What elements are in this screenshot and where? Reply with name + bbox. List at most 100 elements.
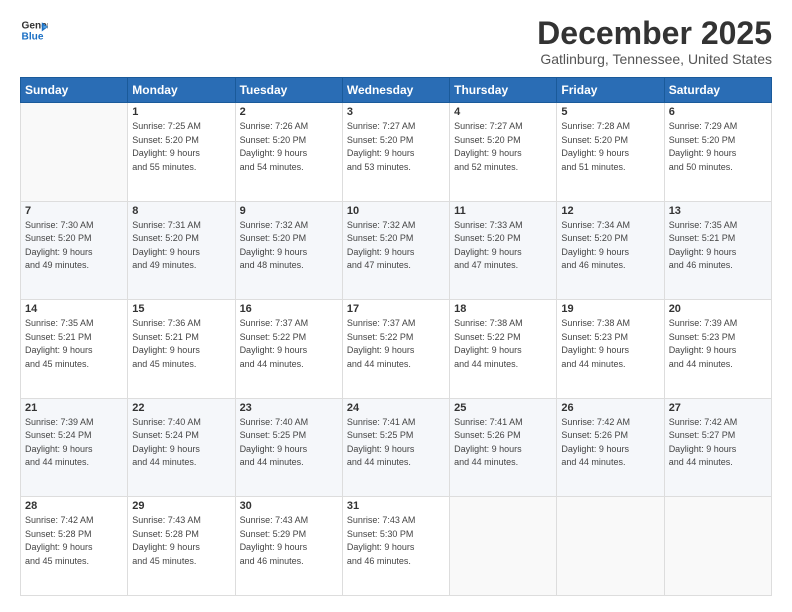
calendar-cell [21,103,128,202]
calendar-cell: 1 Sunrise: 7:25 AM Sunset: 5:20 PM Daylig… [128,103,235,202]
day-info: Sunrise: 7:42 AM Sunset: 5:28 PM Dayligh… [25,514,123,568]
day-number: 9 [240,205,338,217]
calendar-cell: 10 Sunrise: 7:32 AM Sunset: 5:20 PM Dayli… [342,201,449,300]
calendar-cell: 20 Sunrise: 7:39 AM Sunset: 5:23 PM Dayli… [664,300,771,399]
calendar-cell: 31Sunrise: 7:43 AM Sunset: 5:30 PM Dayli… [342,497,449,596]
day-info: Sunrise: 7:37 AM Sunset: 5:22 PM Dayligh… [240,317,338,371]
day-info: Sunrise: 7:38 AM Sunset: 5:23 PM Dayligh… [561,317,659,371]
day-info: Sunrise: 7:32 AM Sunset: 5:20 PM Dayligh… [347,219,445,273]
day-number: 7 [25,205,123,217]
day-number: 5 [561,106,659,118]
day-info: Sunrise: 7:33 AM Sunset: 5:20 PM Dayligh… [454,219,552,273]
day-info: Sunrise: 7:27 AM Sunset: 5:20 PM Dayligh… [347,120,445,174]
calendar-cell: 27Sunrise: 7:42 AM Sunset: 5:27 PM Dayli… [664,398,771,497]
day-number: 8 [132,205,230,217]
day-number: 20 [669,303,767,315]
day-number: 14 [25,303,123,315]
day-info: Sunrise: 7:42 AM Sunset: 5:27 PM Dayligh… [669,416,767,470]
calendar-cell: 6 Sunrise: 7:29 AM Sunset: 5:20 PM Daylig… [664,103,771,202]
calendar-cell: 16 Sunrise: 7:37 AM Sunset: 5:22 PM Dayli… [235,300,342,399]
calendar-cell: 5 Sunrise: 7:28 AM Sunset: 5:20 PM Daylig… [557,103,664,202]
day-number: 3 [347,106,445,118]
day-number: 25 [454,402,552,414]
calendar-cell [450,497,557,596]
day-number: 18 [454,303,552,315]
day-number: 28 [25,500,123,512]
day-number: 17 [347,303,445,315]
day-info: Sunrise: 7:25 AM Sunset: 5:20 PM Dayligh… [132,120,230,174]
day-number: 13 [669,205,767,217]
calendar-cell: 13Sunrise: 7:35 AM Sunset: 5:21 PM Dayli… [664,201,771,300]
day-info: Sunrise: 7:35 AM Sunset: 5:21 PM Dayligh… [25,317,123,371]
day-info: Sunrise: 7:36 AM Sunset: 5:21 PM Dayligh… [132,317,230,371]
calendar-cell: 7 Sunrise: 7:30 AM Sunset: 5:20 PM Daylig… [21,201,128,300]
calendar-cell: 11Sunrise: 7:33 AM Sunset: 5:20 PM Dayli… [450,201,557,300]
calendar-cell: 30 Sunrise: 7:43 AM Sunset: 5:29 PM Dayli… [235,497,342,596]
calendar-cell: 19 Sunrise: 7:38 AM Sunset: 5:23 PM Dayli… [557,300,664,399]
calendar-cell: 12Sunrise: 7:34 AM Sunset: 5:20 PM Dayli… [557,201,664,300]
day-number: 22 [132,402,230,414]
logo-icon: General Blue [20,16,48,44]
day-info: Sunrise: 7:30 AM Sunset: 5:20 PM Dayligh… [25,219,123,273]
day-info: Sunrise: 7:43 AM Sunset: 5:29 PM Dayligh… [240,514,338,568]
weekday-header-friday: Friday [557,78,664,103]
main-title: December 2025 [537,16,772,51]
calendar-cell: 28 Sunrise: 7:42 AM Sunset: 5:28 PM Dayli… [21,497,128,596]
day-info: Sunrise: 7:38 AM Sunset: 5:22 PM Dayligh… [454,317,552,371]
day-info: Sunrise: 7:39 AM Sunset: 5:24 PM Dayligh… [25,416,123,470]
day-info: Sunrise: 7:43 AM Sunset: 5:28 PM Dayligh… [132,514,230,568]
day-number: 26 [561,402,659,414]
logo: General Blue [20,16,48,44]
day-number: 2 [240,106,338,118]
day-info: Sunrise: 7:40 AM Sunset: 5:25 PM Dayligh… [240,416,338,470]
calendar-cell: 14 Sunrise: 7:35 AM Sunset: 5:21 PM Dayli… [21,300,128,399]
day-number: 19 [561,303,659,315]
calendar-cell: 3 Sunrise: 7:27 AM Sunset: 5:20 PM Daylig… [342,103,449,202]
calendar-cell: 15 Sunrise: 7:36 AM Sunset: 5:21 PM Dayli… [128,300,235,399]
day-number: 21 [25,402,123,414]
day-number: 12 [561,205,659,217]
day-info: Sunrise: 7:29 AM Sunset: 5:20 PM Dayligh… [669,120,767,174]
page: General Blue December 2025 Gatlinburg, T… [0,0,792,612]
day-number: 23 [240,402,338,414]
calendar-cell: 2 Sunrise: 7:26 AM Sunset: 5:20 PM Daylig… [235,103,342,202]
weekday-header-sunday: Sunday [21,78,128,103]
day-info: Sunrise: 7:37 AM Sunset: 5:22 PM Dayligh… [347,317,445,371]
weekday-header-thursday: Thursday [450,78,557,103]
calendar-cell: 26 Sunrise: 7:42 AM Sunset: 5:26 PM Dayli… [557,398,664,497]
calendar-cell: 23 Sunrise: 7:40 AM Sunset: 5:25 PM Dayli… [235,398,342,497]
calendar-cell: 24 Sunrise: 7:41 AM Sunset: 5:25 PM Dayli… [342,398,449,497]
week-row-1: 1 Sunrise: 7:25 AM Sunset: 5:20 PM Daylig… [21,103,772,202]
calendar-cell: 22 Sunrise: 7:40 AM Sunset: 5:24 PM Dayli… [128,398,235,497]
week-row-2: 7 Sunrise: 7:30 AM Sunset: 5:20 PM Daylig… [21,201,772,300]
week-row-4: 21 Sunrise: 7:39 AM Sunset: 5:24 PM Dayli… [21,398,772,497]
weekday-header-tuesday: Tuesday [235,78,342,103]
day-info: Sunrise: 7:43 AM Sunset: 5:30 PM Dayligh… [347,514,445,568]
week-row-3: 14 Sunrise: 7:35 AM Sunset: 5:21 PM Dayli… [21,300,772,399]
week-row-5: 28 Sunrise: 7:42 AM Sunset: 5:28 PM Dayli… [21,497,772,596]
subtitle: Gatlinburg, Tennessee, United States [537,51,772,67]
day-info: Sunrise: 7:26 AM Sunset: 5:20 PM Dayligh… [240,120,338,174]
day-info: Sunrise: 7:41 AM Sunset: 5:26 PM Dayligh… [454,416,552,470]
header: General Blue December 2025 Gatlinburg, T… [20,16,772,67]
calendar-cell [557,497,664,596]
day-number: 10 [347,205,445,217]
svg-text:Blue: Blue [22,31,44,42]
day-number: 24 [347,402,445,414]
day-number: 15 [132,303,230,315]
day-info: Sunrise: 7:40 AM Sunset: 5:24 PM Dayligh… [132,416,230,470]
calendar-cell [664,497,771,596]
weekday-header-monday: Monday [128,78,235,103]
day-number: 30 [240,500,338,512]
day-info: Sunrise: 7:42 AM Sunset: 5:26 PM Dayligh… [561,416,659,470]
calendar-cell: 17 Sunrise: 7:37 AM Sunset: 5:22 PM Dayli… [342,300,449,399]
day-info: Sunrise: 7:41 AM Sunset: 5:25 PM Dayligh… [347,416,445,470]
day-number: 1 [132,106,230,118]
day-number: 6 [669,106,767,118]
day-number: 16 [240,303,338,315]
weekday-header-saturday: Saturday [664,78,771,103]
day-info: Sunrise: 7:39 AM Sunset: 5:23 PM Dayligh… [669,317,767,371]
day-info: Sunrise: 7:28 AM Sunset: 5:20 PM Dayligh… [561,120,659,174]
calendar-cell: 25 Sunrise: 7:41 AM Sunset: 5:26 PM Dayli… [450,398,557,497]
calendar-cell: 9Sunrise: 7:32 AM Sunset: 5:20 PM Daylig… [235,201,342,300]
